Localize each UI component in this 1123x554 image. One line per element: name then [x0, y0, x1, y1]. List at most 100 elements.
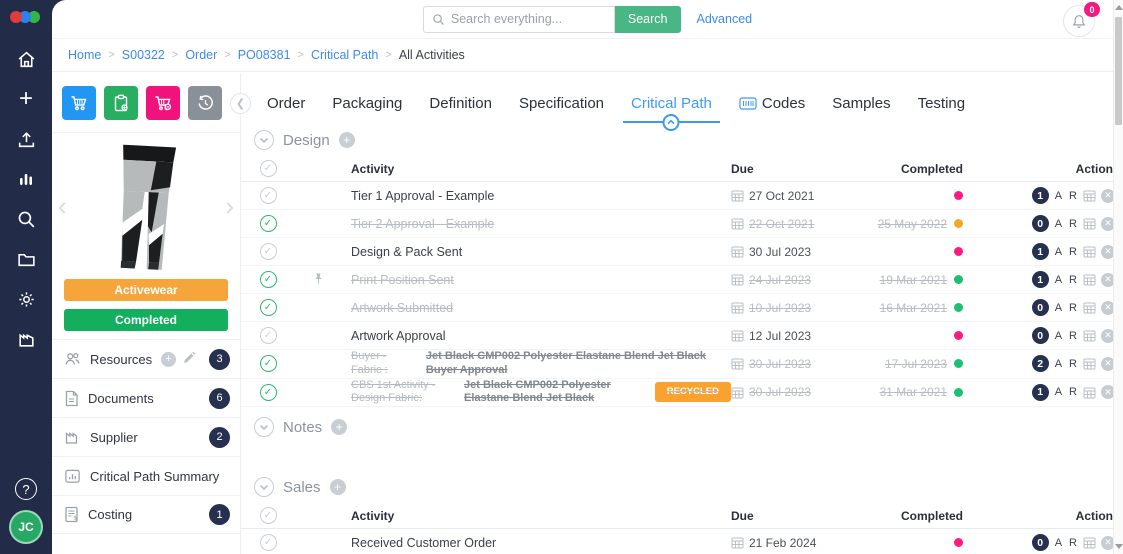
calendar-grid-icon[interactable] — [1083, 386, 1096, 399]
action-approve[interactable]: A — [1054, 302, 1063, 314]
complete-check-icon[interactable]: ✓ — [260, 271, 277, 288]
complete-check-icon[interactable]: ✓ — [260, 534, 277, 551]
complete-check-icon[interactable]: ✓ — [260, 384, 277, 401]
action-reject[interactable]: R — [1068, 386, 1078, 398]
tab-specification[interactable]: Specification — [519, 95, 604, 112]
add-activity-icon[interactable]: + — [330, 479, 346, 495]
clipboard-add-button[interactable] — [104, 86, 138, 120]
action-approve[interactable]: A — [1054, 190, 1063, 202]
action-reject[interactable]: R — [1068, 537, 1078, 549]
avatar[interactable]: JC — [9, 510, 43, 544]
search-button[interactable]: Search — [615, 6, 681, 33]
calendar-grid-icon[interactable] — [1083, 245, 1096, 258]
add-icon[interactable]: + — [161, 352, 176, 367]
carousel-prev-icon[interactable]: ‹ — [58, 193, 67, 219]
action-reject[interactable]: R — [1068, 330, 1078, 342]
notifications-button[interactable]: 0 — [1063, 5, 1095, 37]
action-approve[interactable]: A — [1054, 537, 1063, 549]
calendar-grid-icon[interactable] — [1083, 357, 1096, 370]
folder-icon[interactable] — [8, 245, 44, 273]
chevron-down-icon[interactable] — [254, 130, 274, 150]
action-count-badge[interactable]: 1 — [1032, 384, 1049, 401]
calendar-grid-icon[interactable] — [1083, 273, 1096, 286]
complete-check-icon[interactable]: ✓ — [260, 327, 277, 344]
action-reject[interactable]: R — [1068, 218, 1078, 230]
action-count-badge[interactable]: 1 — [1032, 187, 1049, 204]
sidebar-item-costing[interactable]: $Costing1 — [52, 495, 240, 534]
search-input[interactable] — [451, 12, 606, 26]
complete-check-icon[interactable]: ✓ — [260, 243, 277, 260]
edit-icon[interactable] — [182, 351, 196, 368]
calendar-grid-icon[interactable] — [1083, 301, 1096, 314]
sidebar-item-critical-path-summary[interactable]: Critical Path Summary — [52, 456, 240, 495]
action-count-badge[interactable]: 1 — [1032, 243, 1049, 260]
tab-packaging[interactable]: Packaging — [332, 95, 402, 112]
cart-remove-button[interactable] — [146, 86, 180, 120]
breadcrumb-link[interactable]: S00322 — [122, 48, 165, 62]
action-approve[interactable]: A — [1054, 386, 1063, 398]
action-approve[interactable]: A — [1054, 330, 1063, 342]
action-count-badge[interactable]: 0 — [1032, 215, 1049, 232]
search-box[interactable] — [423, 6, 615, 33]
sidebar-item-supplier[interactable]: Supplier2 — [52, 417, 240, 456]
action-count-badge[interactable]: 1 — [1032, 271, 1049, 288]
action-count-badge[interactable]: 0 — [1032, 534, 1049, 551]
action-count-badge[interactable]: 0 — [1032, 327, 1049, 344]
complete-check-icon[interactable]: ✓ — [260, 187, 277, 204]
chevron-up-icon[interactable] — [663, 114, 680, 131]
settings-icon[interactable] — [8, 285, 44, 313]
reports-icon[interactable] — [8, 165, 44, 193]
tab-codes[interactable]: Codes — [739, 95, 805, 112]
complete-check-icon[interactable]: ✓ — [260, 355, 277, 372]
action-reject[interactable]: R — [1068, 190, 1078, 202]
calendar-grid-icon[interactable] — [1083, 329, 1096, 342]
action-approve[interactable]: A — [1054, 274, 1063, 286]
scrollbar-down-icon[interactable] — [1115, 544, 1123, 549]
upload-icon[interactable] — [8, 125, 44, 153]
factory-icon[interactable] — [8, 325, 44, 353]
chevron-down-icon[interactable] — [254, 477, 274, 497]
complete-check-icon[interactable]: ✓ — [260, 215, 277, 232]
action-approve[interactable]: A — [1054, 218, 1063, 230]
tab-testing[interactable]: Testing — [918, 95, 966, 112]
help-icon[interactable]: ? — [15, 478, 37, 500]
action-reject[interactable]: R — [1068, 302, 1078, 314]
breadcrumb-link[interactable]: Critical Path — [311, 48, 378, 62]
breadcrumb-link[interactable]: Order — [185, 48, 217, 62]
breadcrumb-link[interactable]: PO08381 — [238, 48, 291, 62]
sidebar-item-resources[interactable]: Resources+3 — [52, 339, 240, 378]
action-reject[interactable]: R — [1068, 246, 1078, 258]
chevron-down-icon[interactable] — [254, 417, 274, 437]
add-activity-icon[interactable]: + — [339, 132, 355, 148]
scrollbar[interactable] — [1113, 0, 1123, 554]
plus-icon[interactable]: + — [8, 85, 44, 113]
action-approve[interactable]: A — [1054, 246, 1063, 258]
complete-check-icon[interactable]: ✓ — [260, 299, 277, 316]
scrollbar-thumb[interactable] — [1115, 17, 1122, 125]
home-icon[interactable] — [8, 45, 44, 73]
search-icon[interactable] — [8, 205, 44, 233]
breadcrumb-link[interactable]: Home — [68, 48, 101, 62]
select-all-check-icon[interactable]: ✓ — [260, 507, 277, 524]
scrollbar-up-icon[interactable] — [1115, 5, 1123, 10]
advanced-link[interactable]: Advanced — [697, 12, 753, 26]
add-activity-icon[interactable]: + — [331, 419, 347, 435]
panel-collapse-icon[interactable]: ❮ — [230, 93, 251, 114]
action-count-badge[interactable]: 0 — [1032, 299, 1049, 316]
cart-button[interactable] — [62, 86, 96, 120]
carousel-next-icon[interactable]: › — [225, 193, 234, 219]
action-reject[interactable]: R — [1068, 358, 1078, 370]
action-approve[interactable]: A — [1054, 358, 1063, 370]
action-count-badge[interactable]: 2 — [1032, 355, 1049, 372]
action-reject[interactable]: R — [1068, 274, 1078, 286]
calendar-grid-icon[interactable] — [1083, 189, 1096, 202]
sidebar-item-documents[interactable]: Documents6 — [52, 378, 240, 417]
tab-critical-path[interactable]: Critical Path — [631, 95, 712, 112]
calendar-grid-icon[interactable] — [1083, 217, 1096, 230]
select-all-check-icon[interactable]: ✓ — [260, 160, 277, 177]
tab-samples[interactable]: Samples — [832, 95, 890, 112]
history-button[interactable] — [188, 86, 222, 120]
tab-definition[interactable]: Definition — [429, 95, 492, 112]
tab-order[interactable]: Order — [267, 95, 305, 112]
calendar-grid-icon[interactable] — [1083, 536, 1096, 549]
